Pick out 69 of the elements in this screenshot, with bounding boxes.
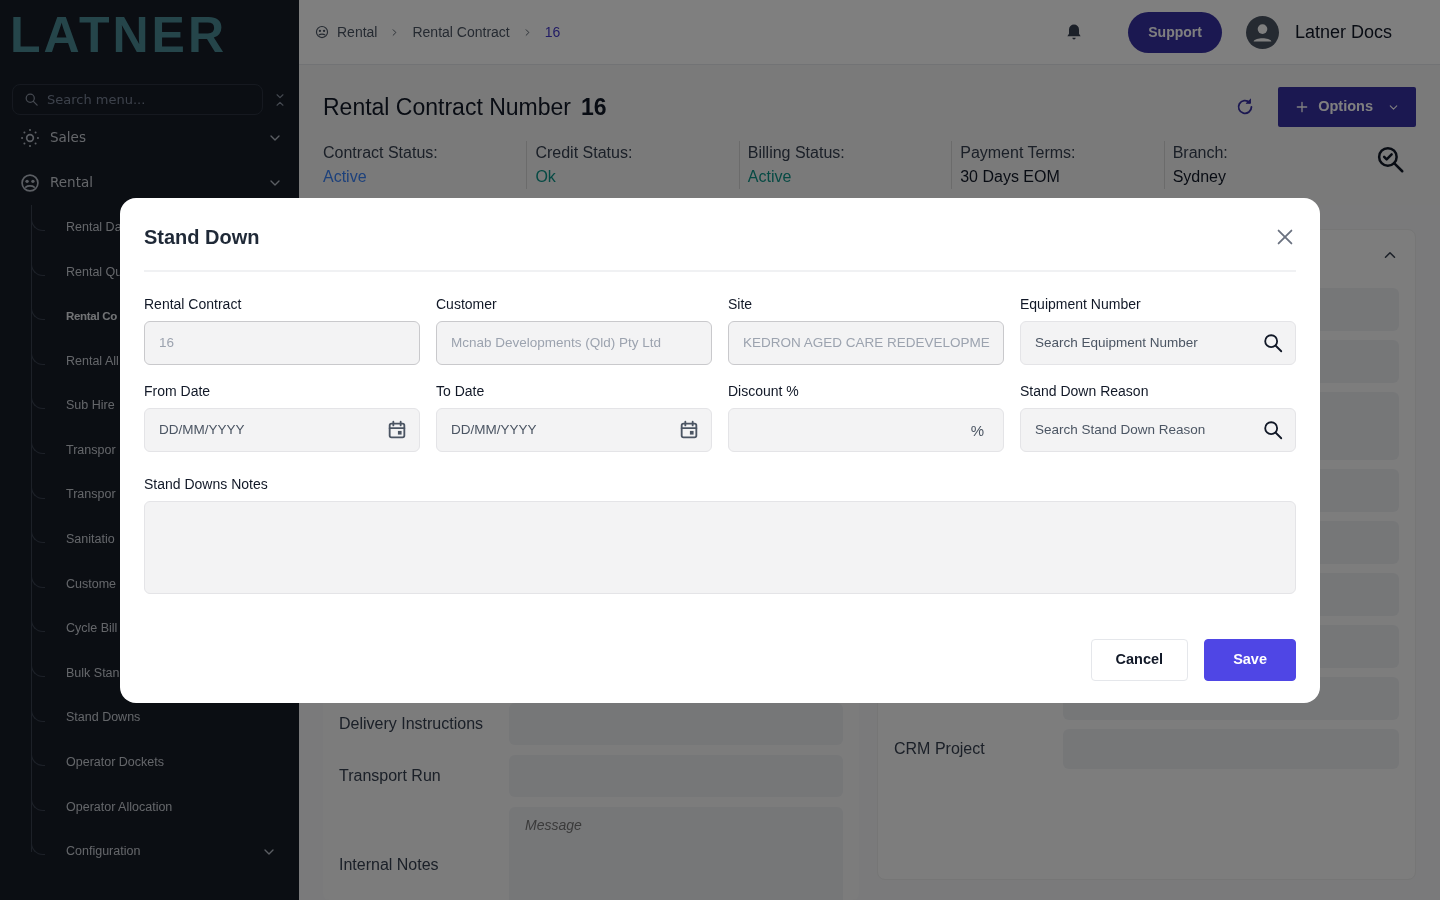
input-field[interactable]	[728, 407, 1004, 452]
field-label: To Date	[436, 381, 486, 401]
search-icon	[24, 92, 39, 107]
field-label: Internal Notes	[339, 855, 440, 875]
percent-sign: %	[970, 420, 984, 441]
status-label: Contract Status:	[323, 143, 439, 163]
cancel-button[interactable]: Cancel	[1090, 638, 1189, 681]
breadcrumb-link[interactable]: Rental Contract	[412, 21, 510, 43]
options-button[interactable]: Options	[1278, 87, 1416, 127]
field-label: Equipment Number	[1020, 294, 1142, 314]
submenu-item[interactable]: Operator Dockets	[66, 753, 164, 772]
face-icon	[315, 25, 329, 39]
submenu-item[interactable]: Cycle Bill	[66, 619, 118, 638]
status-label: Branch:	[1172, 143, 1229, 163]
input-field[interactable]: DD/MM/YYYY	[144, 407, 420, 452]
field-label: Transport Run	[339, 766, 442, 786]
submenu-item[interactable]: Sanitatio	[66, 530, 115, 549]
field-label: From Date	[144, 381, 212, 401]
search-icon	[1262, 418, 1284, 441]
breadcrumb-link[interactable]: 16	[544, 21, 561, 43]
field-label: Site	[728, 294, 754, 314]
field-label: Delivery Instructions	[339, 714, 485, 734]
submenu-item[interactable]: Bulk Stan	[66, 663, 120, 683]
search-field[interactable]: Search menu...	[12, 84, 263, 115]
status-value: Active	[323, 167, 368, 187]
contract-number: 16	[581, 92, 607, 122]
avatar-icon[interactable]	[1245, 15, 1279, 49]
calendar-icon	[386, 418, 408, 441]
page-title: Rental Contract Number	[323, 92, 571, 122]
support-button[interactable]: Support	[1128, 11, 1222, 53]
input-field[interactable]: Search Equipment Number	[1020, 320, 1296, 365]
notes-field[interactable]: Message	[509, 807, 843, 900]
submenu-item[interactable]: Stand Downs	[66, 708, 141, 728]
face-icon	[20, 172, 40, 193]
submenu-item[interactable]: Transpor	[66, 485, 116, 505]
notes-field[interactable]	[144, 500, 1296, 594]
magnifier-check-icon[interactable]	[1376, 145, 1406, 175]
submenu-item[interactable]: Rental Co	[66, 307, 117, 326]
status-value: 30 Days EOM	[960, 167, 1061, 187]
field-label: Stand Downs Notes	[144, 474, 269, 494]
modal-title: Stand Down	[144, 224, 260, 250]
breadcrumb-link[interactable]: Rental	[337, 21, 378, 43]
input-field[interactable]	[509, 703, 843, 745]
status-label: Billing Status:	[747, 143, 846, 163]
status-value: Ok	[535, 167, 557, 187]
menu-item[interactable]: Rental	[50, 172, 257, 193]
user-name[interactable]: Latner Docs	[1294, 18, 1392, 46]
field-label: Discount %	[728, 381, 800, 401]
submenu-item[interactable]: Transpor	[66, 440, 116, 460]
field-label: CRM Project	[894, 739, 986, 759]
input-field[interactable]: DD/MM/YYYY	[436, 407, 712, 452]
status-value: Active	[747, 167, 793, 187]
status-label: Credit Status:	[535, 143, 634, 163]
field-label: Rental Contract	[144, 294, 243, 314]
submenu-item[interactable]: Custome	[66, 574, 117, 594]
field-label: Stand Down Reason	[1020, 381, 1150, 401]
input-field[interactable]: Search Stand Down Reason	[1020, 407, 1296, 452]
submenu-item[interactable]: Sub Hire	[66, 396, 115, 416]
search-icon	[1262, 331, 1284, 354]
menu-item[interactable]: Sales	[50, 127, 257, 148]
submenu-item[interactable]: Rental All	[66, 351, 119, 371]
save-button[interactable]: Save	[1204, 638, 1296, 681]
submenu-item[interactable]: Operator Allocation	[66, 797, 173, 817]
status-label: Payment Terms:	[960, 143, 1077, 163]
field-label: Customer	[436, 294, 498, 314]
status-value: Sydney	[1172, 167, 1227, 187]
submenu-item[interactable]: Configuration	[66, 842, 141, 861]
calendar-icon	[678, 418, 700, 441]
sun-icon	[20, 127, 40, 148]
